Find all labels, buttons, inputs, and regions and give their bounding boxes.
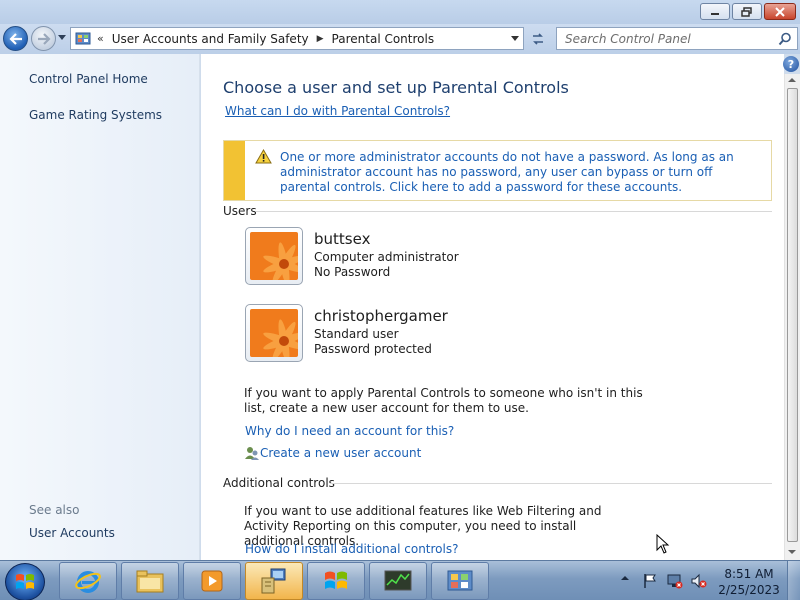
scroll-up-icon[interactable] [788,78,796,82]
page-title: Choose a user and set up Parental Contro… [223,78,569,97]
game-rating-systems-link[interactable]: Game Rating Systems [29,108,162,122]
breadcrumb-user-accounts[interactable]: User Accounts and Family Safety [112,32,309,46]
see-also-label: See also [29,503,80,517]
control-panel-icon [447,570,473,591]
breadcrumb-separator-icon[interactable]: ▶ [317,34,324,44]
network-disconnected-icon [667,574,683,589]
restore-icon [741,6,752,17]
vertical-scrollbar[interactable] [784,74,800,560]
apply-instructions-text: If you want to apply Parental Controls t… [244,386,643,415]
warning-icon [255,149,272,164]
refresh-icon [533,32,543,45]
network-tray[interactable] [666,573,684,589]
create-user-account-link[interactable]: Create a new user account [260,446,421,460]
breadcrumb-overflow[interactable]: « [97,32,104,45]
forward-arrow-icon [37,32,51,45]
user-type: Standard user [314,327,399,341]
task-manager-button[interactable] [369,562,427,600]
user-name[interactable]: christophergamer [314,307,448,325]
windows-logo-icon [16,574,34,589]
control-panel-setup-button[interactable] [245,562,303,600]
clock[interactable]: 8:51 AM 2/25/2023 [718,566,780,598]
help-icon[interactable]: ? [783,56,799,72]
user-password-status: Password protected [314,342,432,356]
internet-explorer-button[interactable] [59,562,117,600]
window-controls [700,3,796,20]
additional-controls-divider [330,483,772,484]
forward-button[interactable] [31,26,56,51]
minimize-button[interactable] [700,3,730,20]
control-panel-button[interactable] [431,562,489,600]
media-player-button[interactable] [183,562,241,600]
show-hidden-icons-button[interactable] [620,573,630,583]
additional-controls-header: Additional controls [223,476,335,490]
chevron-up-icon [621,576,629,580]
user-password-status: No Password [314,265,391,279]
control-panel-icon [75,32,91,44]
taskbar: 8:51 AM 2/25/2023 [0,560,800,600]
internet-explorer-icon [75,571,101,593]
control-panel-home-link[interactable]: Control Panel Home [29,72,148,86]
scroll-down-icon[interactable] [788,550,796,554]
close-icon [775,6,785,17]
users-divider [256,211,772,212]
user-accounts-link[interactable]: User Accounts [29,526,115,540]
why-account-link[interactable]: Why do I need an account for this? [245,424,454,438]
windows-explorer-icon [136,570,164,593]
navigation-bar: « User Accounts and Family Safety ▶ Pare… [0,24,800,54]
back-button[interactable] [3,26,28,51]
add-user-icon[interactable] [244,445,260,461]
address-dropdown-icon[interactable] [511,36,519,41]
flower-avatar-icon [250,232,298,280]
media-player-icon [201,570,223,592]
left-navigation-pane: Control Panel Home Game Rating Systems S… [0,54,200,560]
clock-date[interactable]: 2/25/2023 [718,582,780,598]
search-input[interactable] [565,31,777,46]
windows-update-button[interactable] [307,562,365,600]
title-bar [0,0,800,24]
mouse-pointer-icon [656,534,670,554]
flower-avatar-icon [250,309,298,357]
refresh-button[interactable] [526,27,550,50]
user-type: Computer administrator [314,250,459,264]
warning-stripe [224,141,245,200]
clock-time[interactable]: 8:51 AM [718,566,780,582]
flag-icon [644,574,656,588]
minimize-icon [711,12,719,15]
search-box[interactable] [556,27,798,50]
user-account-christophergamer[interactable]: christophergamer Standard user Password … [245,304,645,364]
windows-update-icon [325,571,347,589]
user-account-buttsex[interactable]: buttsex Computer administrator No Passwo… [245,227,645,287]
volume-tray[interactable] [690,573,708,589]
recent-pages-dropdown[interactable] [58,35,66,40]
address-bar[interactable]: « User Accounts and Family Safety ▶ Pare… [70,27,524,50]
install-controls-link[interactable]: How do I install additional controls? [245,542,458,556]
user-name[interactable]: buttsex [314,230,370,248]
maximize-button[interactable] [732,3,762,20]
task-manager-icon [384,570,412,591]
close-button[interactable] [764,3,796,20]
what-can-i-do-link[interactable]: What can I do with Parental Controls? [225,104,450,118]
scrollbar-thumb[interactable] [787,88,798,542]
warning-text-link[interactable]: One or more administrator accounts do no… [280,150,760,195]
show-desktop-button[interactable] [787,561,800,600]
action-center-tray[interactable] [642,573,658,589]
breadcrumb-parental-controls[interactable]: Parental Controls [332,32,435,46]
password-warning-banner[interactable]: One or more administrator accounts do no… [223,140,772,201]
avatar[interactable] [245,304,303,362]
start-button[interactable] [5,563,45,600]
back-arrow-icon [8,32,22,45]
avatar[interactable] [245,227,303,285]
control-panel-setup-icon [261,568,286,594]
volume-muted-icon [691,573,707,589]
search-icon[interactable] [778,32,792,46]
users-section-header: Users [223,204,257,218]
windows-explorer-button[interactable] [121,562,179,600]
